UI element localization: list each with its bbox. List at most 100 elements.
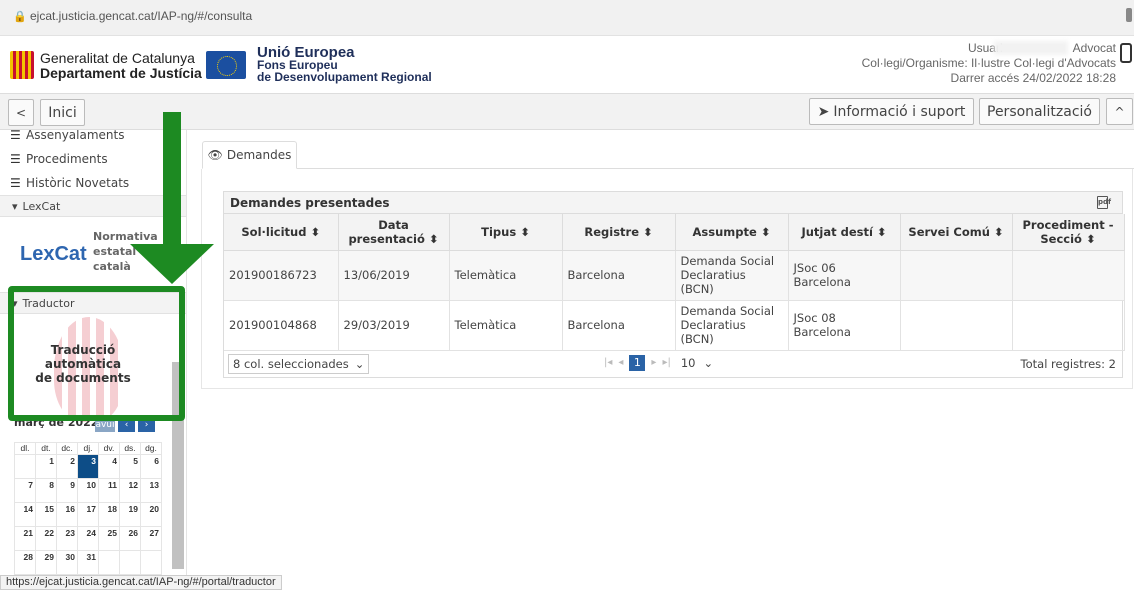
column-header-tipus[interactable]: Tipus ⬍ bbox=[449, 214, 563, 251]
sidebar-item-procediments[interactable]: ☰ Procediments bbox=[10, 152, 108, 166]
table-caption: Demandes presentades pdf bbox=[224, 192, 1122, 214]
list-icon: ☰ bbox=[10, 130, 21, 142]
page-size-value: 10 bbox=[680, 355, 696, 370]
calendar-day[interactable]: 12 bbox=[119, 478, 141, 503]
calendar-day bbox=[98, 550, 120, 575]
cell-data-presentacio: 29/03/2019 bbox=[338, 300, 450, 351]
user-role: Advocat bbox=[1072, 41, 1116, 55]
send-icon: ➤ bbox=[817, 103, 830, 120]
calendar-weekday: dj. bbox=[77, 442, 99, 455]
calendar-week-row: 7 8 9 10 11 12 13 bbox=[14, 478, 162, 503]
logout-icon[interactable] bbox=[1120, 43, 1132, 63]
back-button[interactable]: < bbox=[8, 99, 34, 126]
cell-assumpte: Demanda Social Declaratius (BCN) bbox=[675, 300, 789, 351]
table-row[interactable]: 201900186723 13/06/2019 Telemàtica Barce… bbox=[224, 250, 1125, 301]
column-select-value: 8 col. seleccionades bbox=[233, 356, 349, 371]
calendar-day[interactable]: 11 bbox=[98, 478, 120, 503]
cell-registre: Barcelona bbox=[562, 300, 676, 351]
page-size-select[interactable]: 10 ⌄ bbox=[681, 356, 713, 370]
calendar-day[interactable]: 31 bbox=[77, 550, 99, 575]
lock-icon: 🔒 bbox=[13, 10, 27, 23]
calendar-day[interactable]: 20 bbox=[140, 502, 162, 527]
calendar-day[interactable]: 15 bbox=[35, 502, 57, 527]
generalitat-brand: Generalitat de Catalunya Departament de … bbox=[40, 51, 202, 81]
calendar-day[interactable]: 23 bbox=[56, 526, 78, 551]
cell-registre: Barcelona bbox=[562, 250, 676, 301]
annotation-highlight-box bbox=[8, 286, 185, 421]
calendar-day[interactable]: 9 bbox=[56, 478, 78, 503]
calendar-day[interactable]: 6 bbox=[140, 454, 162, 479]
table-row[interactable]: 201900104868 29/03/2019 Telemàtica Barce… bbox=[224, 300, 1125, 351]
user-organisation: Col·legi/Organisme: Il·lustre Col·legi d… bbox=[861, 56, 1116, 70]
calendar-day[interactable]: 2 bbox=[56, 454, 78, 479]
calendar-day[interactable]: 25 bbox=[98, 526, 120, 551]
last-page-icon[interactable]: ▸| bbox=[662, 357, 670, 368]
calendar-day[interactable]: 27 bbox=[140, 526, 162, 551]
collapse-button[interactable]: ^ bbox=[1106, 98, 1133, 125]
page: 🔒 ejcat.justicia.gencat.cat/IAP-ng/#/con… bbox=[0, 0, 1134, 590]
browser-menu-icon[interactable] bbox=[1126, 8, 1132, 22]
column-header-jutjat-desti[interactable]: Jutjat destí ⬍ bbox=[788, 214, 901, 251]
tab-demandes-label: Demandes bbox=[226, 148, 292, 162]
calendar-day[interactable]: 7 bbox=[14, 478, 36, 503]
calendar-day[interactable]: 13 bbox=[140, 478, 162, 503]
calendar-day[interactable]: 24 bbox=[77, 526, 99, 551]
chevron-down-icon: ⌄ bbox=[354, 356, 365, 371]
tab-demandes[interactable]: 👁 Demandes bbox=[202, 141, 297, 169]
calendar-day[interactable]: 16 bbox=[56, 502, 78, 527]
column-header-data-presentacio[interactable]: Data presentació ⬍ bbox=[338, 214, 450, 251]
total-records: Total registres: 2 bbox=[1020, 356, 1116, 371]
column-header-registre[interactable]: Registre ⬍ bbox=[562, 214, 676, 251]
calendar-grid: dl. dt. dc. dj. dv. ds. dg. 1 2 3 4 5 6 7 8 9 10 1… bbox=[14, 442, 162, 575]
department-name: Departament de Justícia bbox=[40, 65, 202, 81]
column-header-assumpte[interactable]: Assumpte ⬍ bbox=[675, 214, 789, 251]
first-page-icon[interactable]: |◂ bbox=[604, 357, 612, 368]
calendar-day[interactable]: 26 bbox=[119, 526, 141, 551]
cell-data-presentacio: 13/06/2019 bbox=[338, 250, 450, 301]
calendar-day bbox=[119, 550, 141, 575]
calendar-day[interactable]: 14 bbox=[14, 502, 36, 527]
calendar-day[interactable]: 5 bbox=[119, 454, 141, 479]
sidebar-item-label: Històric Novetats bbox=[26, 176, 130, 190]
column-header-sollicitud[interactable]: Sol·licitud ⬍ bbox=[224, 214, 339, 251]
calendar-day[interactable]: 3 bbox=[77, 454, 99, 479]
next-page-icon[interactable]: ▸ bbox=[651, 357, 656, 368]
calendar-day[interactable]: 10 bbox=[77, 478, 99, 503]
info-support-button[interactable]: ➤ Informació i suport bbox=[809, 98, 974, 125]
table-title: Demandes presentades bbox=[230, 195, 390, 210]
sidebar-item-historic-novetats[interactable]: ☰ Històric Novetats bbox=[10, 176, 129, 190]
cell-sollicitud: 201900104868 bbox=[224, 300, 339, 351]
calendar-day[interactable]: 19 bbox=[119, 502, 141, 527]
browser-address-bar[interactable]: 🔒 ejcat.justicia.gencat.cat/IAP-ng/#/con… bbox=[0, 0, 1134, 36]
current-page-button[interactable]: 1 bbox=[629, 354, 646, 371]
column-select-dropdown[interactable]: 8 col. seleccionades ⌄ bbox=[228, 353, 370, 374]
pdf-export-icon[interactable]: pdf bbox=[1097, 196, 1111, 209]
cell-jutjat-desti: JSoc 06 Barcelona bbox=[788, 250, 901, 301]
calendar-day[interactable]: 28 bbox=[14, 550, 36, 575]
url-text[interactable]: ejcat.justicia.gencat.cat/IAP-ng/#/consu… bbox=[30, 9, 252, 23]
redacted-username bbox=[994, 41, 1068, 55]
column-header-procediment-seccio[interactable]: Procediment - Secció ⬍ bbox=[1012, 214, 1125, 251]
list-icon: ☰ bbox=[10, 176, 21, 190]
calendar-weekday: dc. bbox=[56, 442, 78, 455]
calendar-day[interactable]: 22 bbox=[35, 526, 57, 551]
column-header-servei-comu[interactable]: Servei Comú ⬍ bbox=[900, 214, 1013, 251]
home-button[interactable]: Inici bbox=[40, 99, 85, 126]
generalitat-logo-icon bbox=[10, 51, 34, 79]
lexcat-logo[interactable]: LexCat bbox=[20, 243, 87, 266]
calendar-day[interactable]: 30 bbox=[56, 550, 78, 575]
calendar-day[interactable]: 8 bbox=[35, 478, 57, 503]
calendar-day[interactable]: 18 bbox=[98, 502, 120, 527]
sidebar-item-assenyalaments[interactable]: ☰ Assenyalaments bbox=[10, 130, 124, 142]
cell-tipus: Telemàtica bbox=[449, 300, 563, 351]
calendar-day[interactable]: 17 bbox=[77, 502, 99, 527]
chevron-down-icon: ⌄ bbox=[703, 355, 714, 370]
prev-page-icon[interactable]: ◂ bbox=[618, 357, 623, 368]
calendar-day[interactable]: 4 bbox=[98, 454, 120, 479]
personalisation-button[interactable]: Personalització bbox=[979, 98, 1100, 125]
calendar-day[interactable]: 21 bbox=[14, 526, 36, 551]
calendar-body: 1 2 3 4 5 6 7 8 9 10 11 12 13 14 15 16 17 18 19 20 21 22 23 24 2… bbox=[14, 454, 162, 575]
calendar-day[interactable]: 29 bbox=[35, 550, 57, 575]
calendar-weekday: dt. bbox=[35, 442, 57, 455]
calendar-day[interactable]: 1 bbox=[35, 454, 57, 479]
